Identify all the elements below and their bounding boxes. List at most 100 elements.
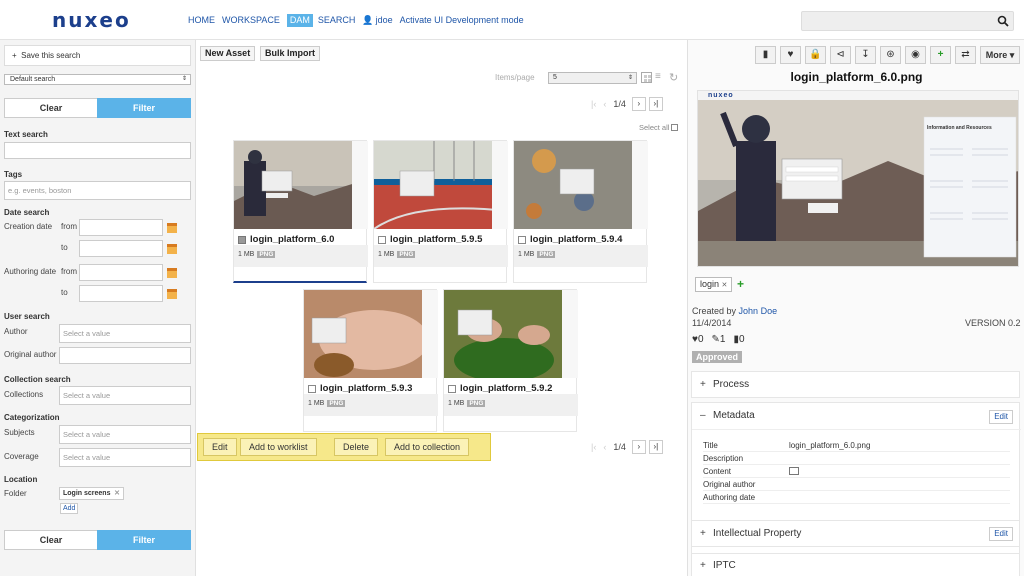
save-search-button[interactable]: + Save this search [4, 45, 191, 66]
add-to-worklist-button[interactable]: Add to worklist [240, 438, 317, 456]
add-icon[interactable]: + [930, 46, 951, 64]
add-folder-button[interactable]: Add [60, 503, 79, 514]
tag-label: login [700, 279, 720, 289]
calendar-icon[interactable] [167, 244, 177, 254]
follow-eye-icon[interactable]: ◉ [905, 46, 926, 64]
expand-icon[interactable]: + [700, 560, 706, 571]
next-page-icon[interactable]: › [631, 440, 646, 454]
authoring-to-input[interactable] [79, 285, 163, 302]
saved-search-select[interactable]: Default search ⇕ [4, 74, 191, 85]
text-search-input[interactable] [4, 142, 191, 159]
book-icon[interactable]: ▮ [755, 46, 776, 64]
asset-card[interactable]: login_platform_6.0 1 MB PNG [233, 140, 368, 283]
global-search-input[interactable] [801, 11, 1014, 31]
refresh-icon[interactable]: ↻ [669, 71, 678, 84]
asset-thumbnail[interactable] [374, 141, 508, 229]
filter-button[interactable]: Filter [97, 98, 191, 118]
select-all-checkbox[interactable] [671, 124, 678, 131]
calendar-icon[interactable] [167, 289, 177, 299]
close-icon[interactable]: ✕ [722, 282, 728, 289]
nav-dam[interactable]: DAM [286, 14, 313, 27]
add-to-collection-button[interactable]: Add to collection [385, 438, 470, 456]
next-page-icon[interactable]: › [631, 97, 646, 111]
first-page-icon[interactable]: |‹ [591, 442, 596, 452]
like-heart-icon[interactable]: ♥ [780, 46, 801, 64]
compare-arrows-icon[interactable]: ⇄ [955, 46, 976, 64]
asset-thumbnail[interactable] [304, 290, 438, 378]
asset-thumbnail[interactable] [234, 141, 368, 229]
image-icon[interactable] [789, 467, 799, 475]
calendar-icon[interactable] [167, 223, 177, 233]
new-asset-button[interactable]: New Asset [200, 46, 256, 61]
intellectual-property-section[interactable]: + Intellectual Property Edit [691, 520, 1020, 547]
add-tag-icon[interactable]: + [737, 277, 744, 291]
author-select[interactable]: Select a value [59, 324, 191, 343]
asset-checkbox[interactable] [518, 235, 526, 244]
delete-button[interactable]: Delete [334, 438, 379, 456]
prev-page-icon[interactable]: ‹ [603, 442, 606, 452]
clear-button[interactable]: Clear [4, 98, 98, 118]
asset-name[interactable]: login_platform_5.9.2 [448, 383, 552, 394]
lock-icon[interactable]: 🔒 [805, 46, 826, 64]
calendar-icon[interactable] [167, 268, 177, 278]
asset-preview[interactable]: nuxeo Information and Resources [697, 90, 1019, 267]
tags-input[interactable]: e.g. events, boston [4, 181, 191, 200]
creation-to-input[interactable] [79, 240, 163, 257]
iptc-section[interactable]: + IPTC [691, 553, 1020, 576]
last-page-icon[interactable]: ›| [648, 440, 663, 454]
dev-mode-link[interactable]: Activate UI Development mode [400, 14, 524, 27]
asset-checkbox[interactable] [308, 384, 316, 393]
created-by-link[interactable]: John Doe [739, 306, 778, 316]
asset-checkbox[interactable] [448, 384, 456, 393]
grid-view-icon[interactable] [641, 72, 652, 83]
asset-card[interactable]: login_platform_5.9.5 1 MB PNG [373, 140, 508, 283]
creation-from-input[interactable] [79, 219, 163, 236]
asset-name-text: login_platform_6.0 [250, 234, 335, 245]
collections-select[interactable]: Select a value [59, 386, 191, 405]
edit-button[interactable]: Edit [203, 438, 237, 456]
asset-name[interactable]: login_platform_5.9.5 [378, 234, 482, 245]
user-link[interactable]: jdoe [376, 14, 393, 27]
nuxeo-logo[interactable]: nuxeo [52, 8, 131, 32]
clear-button-bottom[interactable]: Clear [4, 530, 98, 550]
expand-icon[interactable]: + [700, 528, 706, 539]
close-icon[interactable]: ✕ [114, 488, 120, 499]
first-page-icon[interactable]: |‹ [591, 99, 596, 109]
asset-name[interactable]: login_platform_5.9.4 [518, 234, 622, 245]
items-per-page-select[interactable]: 5 ⇕ [548, 72, 637, 84]
asset-checkbox[interactable] [238, 235, 246, 244]
filter-button-bottom[interactable]: Filter [97, 530, 191, 550]
comments[interactable]: ▮0 [733, 334, 744, 345]
coverage-select[interactable]: Select a value [59, 448, 191, 467]
subjects-select[interactable]: Select a value [59, 425, 191, 444]
nav-workspace[interactable]: WORKSPACE [222, 14, 280, 27]
asset-card[interactable]: login_platform_5.9.4 1 MB PNG [513, 140, 648, 283]
list-view-icon[interactable]: ≡ [655, 72, 666, 83]
process-section[interactable]: + Process [691, 371, 1020, 398]
asset-card[interactable]: login_platform_5.9.2 1 MB PNG [443, 289, 578, 432]
original-author-input[interactable] [59, 347, 191, 364]
last-page-icon[interactable]: ›| [648, 97, 663, 111]
likes[interactable]: ♥0 [692, 334, 704, 345]
notify-icon[interactable]: ⊛ [880, 46, 901, 64]
collapse-icon[interactable]: – [700, 410, 706, 421]
nav-home[interactable]: HOME [188, 14, 215, 27]
authoring-from-input[interactable] [79, 264, 163, 281]
asset-card[interactable]: login_platform_5.9.3 1 MB PNG [303, 289, 438, 432]
share-icon[interactable]: ⊲ [830, 46, 851, 64]
nav-search[interactable]: SEARCH [318, 14, 356, 27]
asset-checkbox[interactable] [378, 235, 386, 244]
more-menu-button[interactable]: More ▾ [980, 46, 1020, 64]
asset-name[interactable]: login_platform_5.9.3 [308, 383, 412, 394]
asset-thumbnail[interactable] [514, 141, 648, 229]
asset-size-text: 1 MB [238, 251, 255, 258]
edit-metadata-button[interactable]: Edit [989, 410, 1013, 424]
search-icon[interactable] [997, 15, 1009, 27]
bulk-import-button[interactable]: Bulk Import [260, 46, 321, 61]
download-icon[interactable]: ↧ [855, 46, 876, 64]
asset-thumbnail[interactable] [444, 290, 578, 378]
prev-page-icon[interactable]: ‹ [603, 99, 606, 109]
edit-ip-button[interactable]: Edit [989, 527, 1013, 541]
expand-icon[interactable]: + [700, 379, 706, 390]
asset-name[interactable]: login_platform_6.0 [238, 234, 334, 245]
